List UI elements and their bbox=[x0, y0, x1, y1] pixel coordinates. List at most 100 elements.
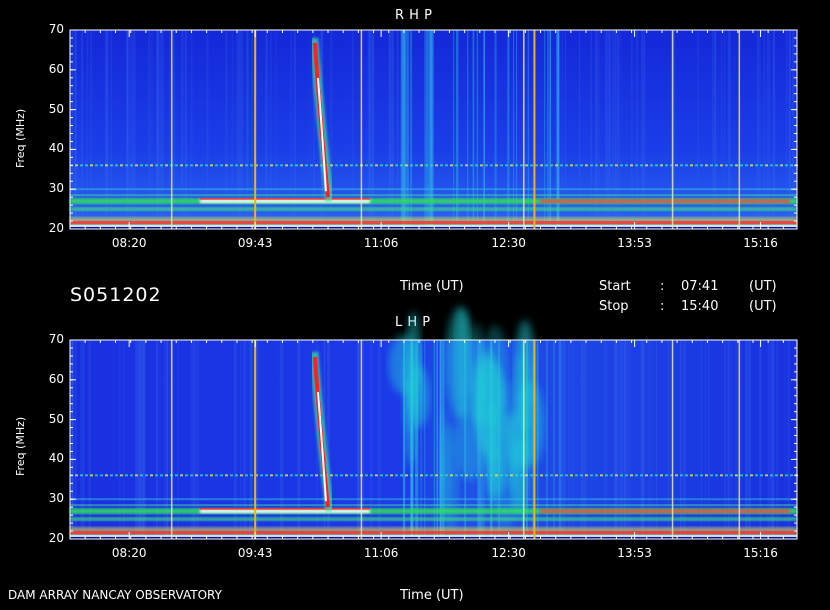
band-36mhz bbox=[425, 474, 428, 477]
band-36mhz bbox=[470, 164, 473, 167]
band-27mhz-edge bbox=[200, 198, 370, 200]
band-36mhz bbox=[405, 164, 408, 167]
band-36mhz bbox=[310, 474, 313, 477]
band-36mhz bbox=[155, 164, 158, 167]
band-36mhz bbox=[545, 474, 548, 477]
band-36mhz bbox=[580, 474, 583, 477]
band-36mhz bbox=[225, 164, 228, 167]
spectrogram-canvas bbox=[69, 29, 798, 540]
band-36mhz bbox=[705, 474, 708, 477]
band-36mhz bbox=[260, 164, 263, 167]
band-36mhz bbox=[250, 164, 253, 167]
band-36mhz bbox=[510, 474, 513, 477]
band-36mhz bbox=[725, 164, 728, 167]
band-36mhz bbox=[415, 474, 418, 477]
band-36mhz bbox=[545, 164, 548, 167]
band-36mhz bbox=[330, 164, 333, 167]
band-36mhz bbox=[425, 164, 428, 167]
band-36mhz bbox=[200, 474, 203, 477]
band-36mhz bbox=[155, 474, 158, 477]
band-36mhz bbox=[390, 474, 393, 477]
band-36mhz bbox=[780, 164, 783, 167]
band bbox=[70, 498, 797, 501]
band-36mhz bbox=[295, 474, 298, 477]
band-36mhz bbox=[290, 164, 293, 167]
band-36mhz bbox=[365, 474, 368, 477]
band-36mhz bbox=[225, 474, 228, 477]
band-36mhz bbox=[460, 474, 463, 477]
band-36mhz bbox=[740, 164, 743, 167]
band-36mhz bbox=[735, 164, 738, 167]
band-36mhz bbox=[265, 164, 268, 167]
band-36mhz bbox=[435, 474, 438, 477]
band-36mhz bbox=[760, 164, 763, 167]
band-36mhz bbox=[475, 164, 478, 167]
band-36mhz bbox=[515, 164, 518, 167]
band-36mhz bbox=[185, 474, 188, 477]
band-36mhz bbox=[205, 164, 208, 167]
band-36mhz bbox=[315, 164, 318, 167]
band-36mhz bbox=[365, 164, 368, 167]
band-36mhz bbox=[560, 164, 563, 167]
band-36mhz bbox=[675, 164, 678, 167]
band-36mhz bbox=[260, 474, 263, 477]
band-36mhz bbox=[100, 164, 103, 167]
band-36mhz bbox=[655, 474, 658, 477]
band-36mhz bbox=[340, 164, 343, 167]
band-27mhz-right bbox=[540, 199, 790, 204]
band-36mhz bbox=[590, 474, 593, 477]
band-36mhz bbox=[565, 474, 568, 477]
band-36mhz bbox=[400, 164, 403, 167]
band-36mhz bbox=[610, 164, 613, 167]
band-36mhz bbox=[125, 164, 128, 167]
band-36mhz bbox=[420, 164, 423, 167]
band-36mhz bbox=[410, 474, 413, 477]
band-36mhz bbox=[515, 474, 518, 477]
band-36mhz bbox=[280, 474, 283, 477]
band-36mhz bbox=[630, 164, 633, 167]
band-36mhz bbox=[115, 474, 118, 477]
band-36mhz bbox=[695, 474, 698, 477]
band-36mhz bbox=[280, 164, 283, 167]
band bbox=[70, 504, 797, 507]
band-36mhz bbox=[205, 474, 208, 477]
band-36mhz bbox=[560, 474, 563, 477]
band-36mhz bbox=[335, 474, 338, 477]
band-27mhz-core bbox=[200, 509, 370, 514]
band-36mhz bbox=[645, 164, 648, 167]
band-36mhz bbox=[755, 474, 758, 477]
band-36mhz bbox=[695, 164, 698, 167]
band-36mhz bbox=[615, 474, 618, 477]
band-36mhz bbox=[300, 164, 303, 167]
band-36mhz bbox=[775, 474, 778, 477]
band-36mhz bbox=[590, 164, 593, 167]
band-36mhz bbox=[540, 164, 543, 167]
band-36mhz bbox=[580, 164, 583, 167]
band-36mhz bbox=[125, 474, 128, 477]
band-36mhz bbox=[290, 474, 293, 477]
band-36mhz bbox=[175, 164, 178, 167]
band-36mhz bbox=[650, 164, 653, 167]
band-36mhz bbox=[495, 474, 498, 477]
band-36mhz bbox=[120, 474, 123, 477]
band-36mhz bbox=[615, 164, 618, 167]
band-36mhz bbox=[600, 474, 603, 477]
band-36mhz bbox=[775, 164, 778, 167]
band-36mhz bbox=[640, 164, 643, 167]
band-36mhz bbox=[640, 474, 643, 477]
emission-cloud bbox=[485, 417, 499, 480]
band-36mhz bbox=[90, 164, 93, 167]
band-36mhz bbox=[630, 474, 633, 477]
band-36mhz bbox=[660, 164, 663, 167]
band-36mhz bbox=[390, 164, 393, 167]
band-36mhz bbox=[295, 164, 298, 167]
band-36mhz bbox=[780, 474, 783, 477]
band-36mhz bbox=[85, 164, 88, 167]
band-36mhz bbox=[245, 164, 248, 167]
band-36mhz bbox=[275, 474, 278, 477]
band-36mhz bbox=[180, 164, 183, 167]
band-36mhz bbox=[690, 164, 693, 167]
band-36mhz bbox=[265, 474, 268, 477]
band-36mhz bbox=[420, 474, 423, 477]
band-36mhz bbox=[530, 474, 533, 477]
